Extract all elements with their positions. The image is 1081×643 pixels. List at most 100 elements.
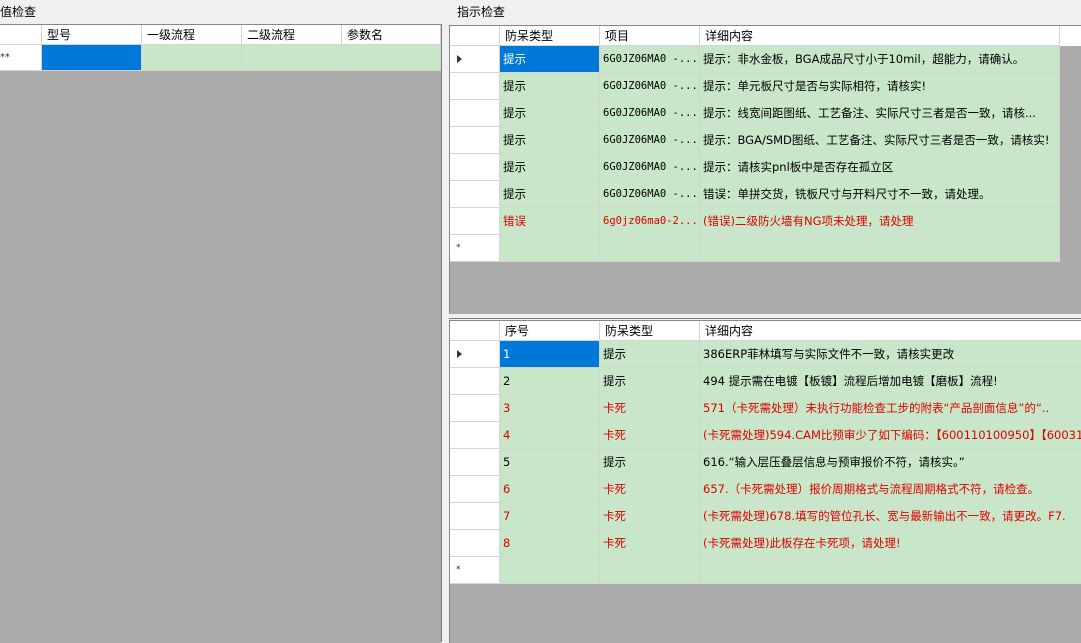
cell-detail[interactable]: (错误)二级防火墙有NG项未处理，请处理 [700, 208, 1060, 235]
table-row[interactable]: 4 卡死 (卡死需处理)594.CAM比预审少了如下编码：【600110100950… [450, 422, 1081, 449]
cell-type[interactable]: 卡死 [600, 476, 700, 503]
cell-type[interactable]: 提示 [500, 46, 600, 73]
cell-seq[interactable]: 1 [500, 341, 600, 368]
cell-detail[interactable]: (卡死需处理)594.CAM比预审少了如下编码：【600110100950】【6… [700, 422, 1081, 449]
table-row[interactable]: 3 卡死 571（卡死需处理）未执行功能检查工步的附表“产品剖面信息”的“.. [450, 395, 1081, 422]
row-header[interactable] [450, 395, 500, 422]
cell-seq[interactable]: 7 [500, 503, 600, 530]
cell-detail[interactable]: 提示：非水金板，BGA成品尺寸小于10mil，超能力，请确认。 [700, 46, 1060, 73]
cell-type[interactable]: 提示 [500, 73, 600, 100]
row-header[interactable] [450, 208, 500, 235]
column-header-level1-flow[interactable]: 一级流程 [142, 25, 242, 45]
table-row[interactable]: 5 提示 616.“输入层压叠层信息与预审报价不符，请核实。” [450, 449, 1081, 476]
table-row[interactable]: 提示 6G0JZ06MA0 -... 提示：非水金板，BGA成品尺寸小于10mil，… [450, 46, 1060, 73]
cell-type[interactable]: 卡死 [600, 422, 700, 449]
cell-type[interactable] [600, 557, 700, 584]
cell-seq[interactable]: 2 [500, 368, 600, 395]
cell-detail[interactable]: 提示：BGA/SMD图纸、工艺备注、实际尺寸三者是否一致，请核实! [700, 127, 1060, 154]
new-row[interactable]: * [450, 557, 1081, 584]
null-check-grid[interactable]: 型号 一级流程 二级流程 参数名 ** [0, 24, 441, 643]
cell-type[interactable]: 提示 [500, 181, 600, 208]
cell-item[interactable]: 6G0JZ06MA0 -... [600, 73, 700, 100]
row-header[interactable] [450, 181, 500, 208]
cell-item[interactable]: 6G0JZ06MA0 -... [600, 46, 700, 73]
cell-type[interactable] [500, 235, 600, 262]
cell-seq[interactable]: 3 [500, 395, 600, 422]
column-header-detail[interactable]: 详细内容 [700, 321, 1081, 341]
cell-type[interactable]: 卡死 [600, 503, 700, 530]
cell-seq[interactable]: 4 [500, 422, 600, 449]
cell-detail[interactable]: 错误：单拼交货，铣板尺寸与开料尺寸不一致，请处理。 [700, 181, 1060, 208]
cell-type[interactable]: 错误 [500, 208, 600, 235]
cell-seq[interactable]: 5 [500, 449, 600, 476]
table-row[interactable]: 错误 6g0jz06ma0-2... (错误)二级防火墙有NG项未处理，请处理 [450, 208, 1060, 235]
vertical-splitter[interactable] [441, 0, 448, 642]
column-header-detail[interactable]: 详细内容 [700, 26, 1060, 46]
cell-type[interactable]: 提示 [600, 449, 700, 476]
cell-detail[interactable]: 657.（卡死需处理）报价周期格式与流程周期格式不符，请检查。 [700, 476, 1081, 503]
cell-item[interactable] [600, 235, 700, 262]
row-header[interactable] [450, 476, 500, 503]
cell-type[interactable]: 卡死 [600, 395, 700, 422]
cell-param-name[interactable] [342, 45, 441, 71]
new-row[interactable]: * [450, 235, 1060, 262]
row-header[interactable] [450, 341, 500, 368]
cell-detail[interactable]: (卡死需处理)678.填写的管位孔长、宽与最新输出不一致，请更改。F7. [700, 503, 1081, 530]
cell-seq[interactable] [500, 557, 600, 584]
table-row[interactable]: 8 卡死 (卡死需处理)此板存在卡死项，请处理! [450, 530, 1081, 557]
cell-model[interactable] [42, 45, 142, 71]
check-result-grid[interactable]: 序号 防呆类型 详细内容 1 提示 386ERP菲林填写与实际文件不一致，请核实更改… [449, 320, 1081, 643]
cell-level1-flow[interactable] [142, 45, 242, 71]
cell-type[interactable]: 提示 [500, 127, 600, 154]
column-header-type[interactable]: 防呆类型 [500, 26, 600, 46]
indication-check-grid[interactable]: 防呆类型 项目 详细内容 提示 6G0JZ06MA0 -... 提示：非水金板，BG… [449, 25, 1081, 314]
column-header-item[interactable]: 项目 [600, 26, 700, 46]
cell-type[interactable]: 提示 [600, 341, 700, 368]
cell-type[interactable]: 提示 [500, 100, 600, 127]
new-row[interactable]: ** [0, 45, 441, 71]
cell-item[interactable]: 6G0JZ06MA0 -... [600, 181, 700, 208]
column-header-seq[interactable]: 序号 [500, 321, 600, 341]
cell-detail[interactable]: 提示：单元板尺寸是否与实际相符，请核实! [700, 73, 1060, 100]
cell-level2-flow[interactable] [242, 45, 342, 71]
row-header[interactable] [450, 503, 500, 530]
cell-detail[interactable]: 提示：线宽间距图纸、工艺备注、实际尺寸三者是否一致，请核... [700, 100, 1060, 127]
cell-item[interactable]: 6g0jz06ma0-2... [600, 208, 700, 235]
row-header[interactable] [450, 46, 500, 73]
row-header[interactable] [450, 368, 500, 395]
row-header[interactable] [450, 530, 500, 557]
cell-detail[interactable]: 571（卡死需处理）未执行功能检查工步的附表“产品剖面信息”的“.. [700, 395, 1081, 422]
cell-seq[interactable]: 8 [500, 530, 600, 557]
cell-detail[interactable]: 386ERP菲林填写与实际文件不一致，请核实更改 [700, 341, 1081, 368]
table-row[interactable]: 提示 6G0JZ06MA0 -... 提示：线宽间距图纸、工艺备注、实际尺寸三者是否… [450, 100, 1060, 127]
cell-item[interactable]: 6G0JZ06MA0 -... [600, 154, 700, 181]
column-header-param-name[interactable]: 参数名 [342, 25, 441, 45]
table-row[interactable]: 提示 6G0JZ06MA0 -... 提示：请核实pnl板中是否存在孤立区 [450, 154, 1060, 181]
row-header[interactable] [450, 449, 500, 476]
table-row[interactable]: 2 提示 494 提示需在电镀【板镀】流程后增加电镀【磨板】流程! [450, 368, 1081, 395]
table-row[interactable]: 提示 6G0JZ06MA0 -... 提示：BGA/SMD图纸、工艺备注、实际尺寸三… [450, 127, 1060, 154]
row-header[interactable] [450, 100, 500, 127]
table-row[interactable]: 7 卡死 (卡死需处理)678.填写的管位孔长、宽与最新输出不一致，请更改。F7. [450, 503, 1081, 530]
row-header[interactable] [450, 73, 500, 100]
cell-type[interactable]: 提示 [500, 154, 600, 181]
cell-detail[interactable]: 提示：请核实pnl板中是否存在孤立区 [700, 154, 1060, 181]
cell-detail[interactable]: 494 提示需在电镀【板镀】流程后增加电镀【磨板】流程! [700, 368, 1081, 395]
table-row[interactable]: 6 卡死 657.（卡死需处理）报价周期格式与流程周期格式不符，请检查。 [450, 476, 1081, 503]
cell-detail[interactable] [700, 557, 1081, 584]
column-header-level2-flow[interactable]: 二级流程 [242, 25, 342, 45]
cell-detail[interactable]: 616.“输入层压叠层信息与预审报价不符，请核实。” [700, 449, 1081, 476]
cell-detail[interactable] [700, 235, 1060, 262]
cell-item[interactable]: 6G0JZ06MA0 -... [600, 127, 700, 154]
column-header-type[interactable]: 防呆类型 [600, 321, 700, 341]
cell-seq[interactable]: 6 [500, 476, 600, 503]
row-header[interactable] [450, 422, 500, 449]
cell-type[interactable]: 卡死 [600, 530, 700, 557]
cell-detail[interactable]: (卡死需处理)此板存在卡死项，请处理! [700, 530, 1081, 557]
row-header[interactable] [450, 127, 500, 154]
table-row[interactable]: 1 提示 386ERP菲林填写与实际文件不一致，请核实更改 [450, 341, 1081, 368]
row-header[interactable] [450, 154, 500, 181]
cell-type[interactable]: 提示 [600, 368, 700, 395]
cell-item[interactable]: 6G0JZ06MA0 -... [600, 100, 700, 127]
table-row[interactable]: 提示 6G0JZ06MA0 -... 提示：单元板尺寸是否与实际相符，请核实! [450, 73, 1060, 100]
